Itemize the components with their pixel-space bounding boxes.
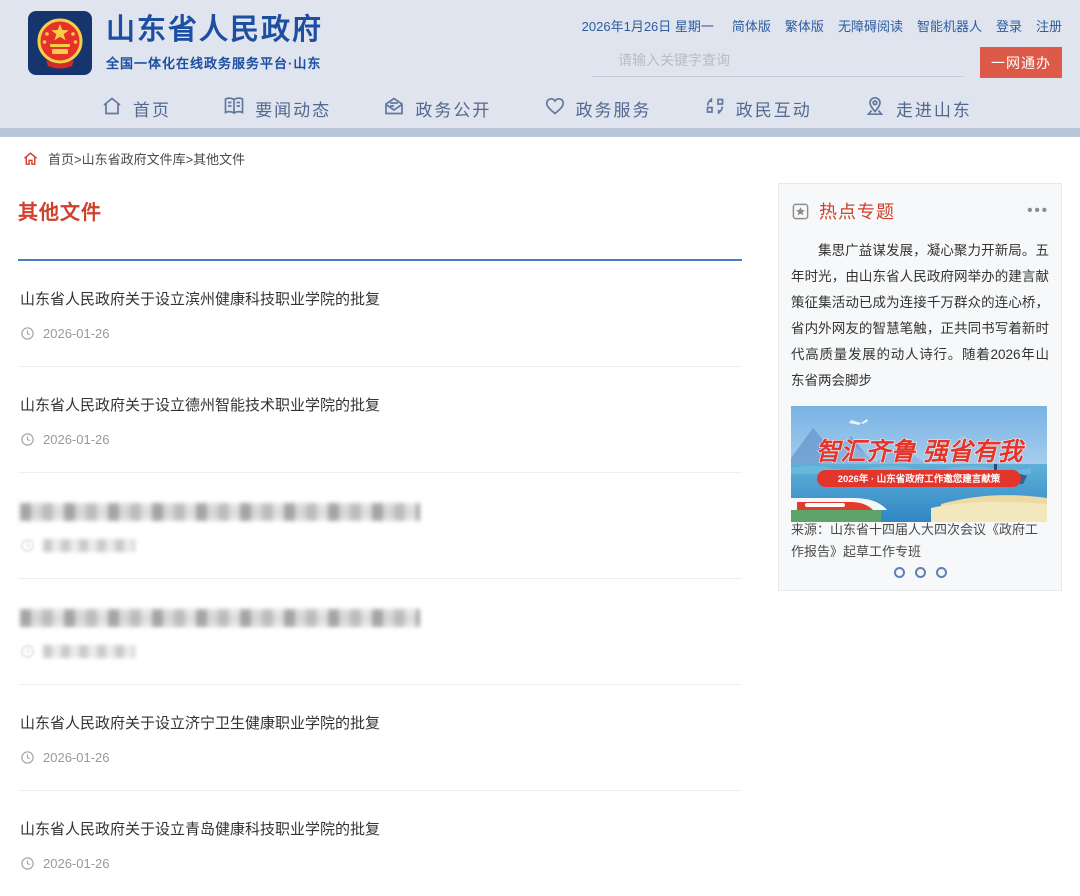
map-pin-icon (863, 94, 887, 123)
national-emblem-icon (28, 11, 92, 75)
doc-title-link[interactable]: 山东省人民政府关于设立德州智能技术职业学院的批复 (20, 397, 740, 415)
nav-item-disclosure[interactable]: 政务公开 (382, 94, 491, 123)
home-icon (100, 94, 124, 123)
doc-date: 2026-01-26 (43, 750, 110, 765)
nav-item-home[interactable]: 首页 (100, 94, 171, 123)
link-simplified[interactable]: 简体版 (732, 16, 771, 35)
doc-title-link[interactable]: 山东省人民政府关于设立滨州健康科技职业学院的批复 (20, 291, 740, 309)
hot-topic-intro: 集思广益谋发展，凝心聚力开新局。五年时光，由山东省人民政府网举办的建言献策征集活… (791, 238, 1049, 394)
list-item-redacted (18, 579, 742, 685)
doc-date-redacted (43, 539, 135, 552)
page: 山东省人民政府 全国一体化在线政务服务平台·山东 2026年1月26日 星期一 … (0, 0, 1080, 864)
nav-label: 政务服务 (576, 96, 652, 121)
list-item: 山东省人民政府关于设立滨州健康科技职业学院的批复 2026-01-26 (18, 261, 742, 367)
hot-topics-title: 热点专题 (819, 198, 1027, 224)
main-nav: 首页 要闻动态 政务公开 政务服务 政民互动 走进山东 (0, 88, 1080, 128)
list-item: 山东省人民政府关于设立青岛健康科技职业学院的批复 2026-01-26 (18, 791, 742, 896)
nav-label: 要闻动态 (255, 96, 331, 121)
nav-label: 首页 (133, 96, 171, 121)
doc-title-redacted[interactable] (20, 503, 420, 521)
list-item: 山东省人民政府关于设立济宁卫生健康职业学院的批复 2026-01-26 (18, 685, 742, 791)
more-menu-button[interactable]: ••• (1027, 206, 1049, 216)
pager-dot[interactable] (936, 567, 947, 578)
link-register[interactable]: 注册 (1036, 16, 1062, 35)
link-accessibility[interactable]: 无障碍阅读 (838, 16, 903, 35)
nav-label: 走进山东 (896, 96, 972, 121)
clock-icon (20, 326, 35, 341)
link-traditional[interactable]: 繁体版 (785, 16, 824, 35)
banner-ribbon-text: 2026年 · 山东省政府工作邀您建言献策 (838, 473, 1001, 485)
clock-icon (20, 750, 35, 765)
nav-divider-strip (0, 128, 1080, 137)
pager-dot[interactable] (915, 567, 926, 578)
heart-icon (543, 94, 567, 123)
clock-icon (20, 432, 35, 447)
clock-icon (20, 644, 35, 659)
nav-item-services[interactable]: 政务服务 (543, 94, 652, 123)
breadcrumb: 首页>山东省政府文件库>其他文件 (0, 137, 1080, 180)
list-item-redacted (18, 473, 742, 579)
page-title: 其他文件 (18, 196, 742, 225)
star-badge-icon (791, 202, 810, 221)
hot-topic-caption: 来源：山东省十四届人大四次会议《政府工作报告》起草工作专班 (791, 519, 1049, 563)
book-icon (222, 94, 246, 123)
doc-title-link[interactable]: 山东省人民政府关于设立青岛健康科技职业学院的批复 (20, 821, 740, 839)
nav-item-about[interactable]: 走进山东 (863, 94, 972, 123)
doc-title-link[interactable]: 山东省人民政府关于设立济宁卫生健康职业学院的批复 (20, 715, 740, 733)
site-subtitle: 全国一体化在线政务服务平台·山东 (106, 53, 323, 72)
envelope-icon (382, 94, 406, 123)
date-text: 2026年1月26日 星期一 (582, 16, 714, 35)
doc-date-redacted (43, 645, 135, 658)
doc-title-redacted[interactable] (20, 609, 420, 627)
link-robot[interactable]: 智能机器人 (917, 16, 982, 35)
pager-dot[interactable] (894, 567, 905, 578)
site-title: 山东省人民政府 (106, 14, 323, 47)
list-item: 山东省人民政府关于设立德州智能技术职业学院的批复 2026-01-26 (18, 367, 742, 473)
yiwangtongban-button[interactable]: 一网通办 (980, 47, 1062, 78)
link-login[interactable]: 登录 (996, 16, 1022, 35)
search-input[interactable] (592, 49, 964, 77)
document-list-panel: 其他文件 山东省人民政府关于设立滨州健康科技职业学院的批复 2026-01-26… (18, 180, 742, 896)
hot-topic-banner-image[interactable]: 智汇齐鲁 强省有我 2026年 · 山东省政府工作邀您建言献策 (791, 406, 1047, 522)
carousel-pager (791, 567, 1049, 578)
interaction-icon (703, 94, 727, 123)
doc-date: 2026-01-26 (43, 326, 110, 341)
hot-topics-box: 热点专题 ••• 集思广益谋发展，凝心聚力开新局。五年时光，由山东省人民政府网举… (778, 183, 1062, 591)
banner-headline: 智汇齐鲁 强省有我 (816, 438, 1026, 466)
clock-icon (20, 538, 35, 553)
nav-item-interaction[interactable]: 政民互动 (703, 94, 812, 123)
nav-label: 政务公开 (415, 96, 491, 121)
sidebar: 热点专题 ••• 集思广益谋发展，凝心聚力开新局。五年时光，由山东省人民政府网举… (778, 183, 1062, 896)
breadcrumb-text[interactable]: 首页>山东省政府文件库>其他文件 (48, 149, 245, 168)
utility-links: 2026年1月26日 星期一 简体版 繁体版 无障碍阅读 智能机器人 登录 注册 (592, 16, 1062, 35)
nav-label: 政民互动 (736, 96, 812, 121)
site-logo[interactable]: 山东省人民政府 全国一体化在线政务服务平台·山东 (28, 11, 323, 75)
nav-item-news[interactable]: 要闻动态 (222, 94, 331, 123)
breadcrumb-home-icon[interactable] (22, 150, 39, 167)
doc-date: 2026-01-26 (43, 432, 110, 447)
site-header: 山东省人民政府 全国一体化在线政务服务平台·山东 2026年1月26日 星期一 … (0, 0, 1080, 88)
